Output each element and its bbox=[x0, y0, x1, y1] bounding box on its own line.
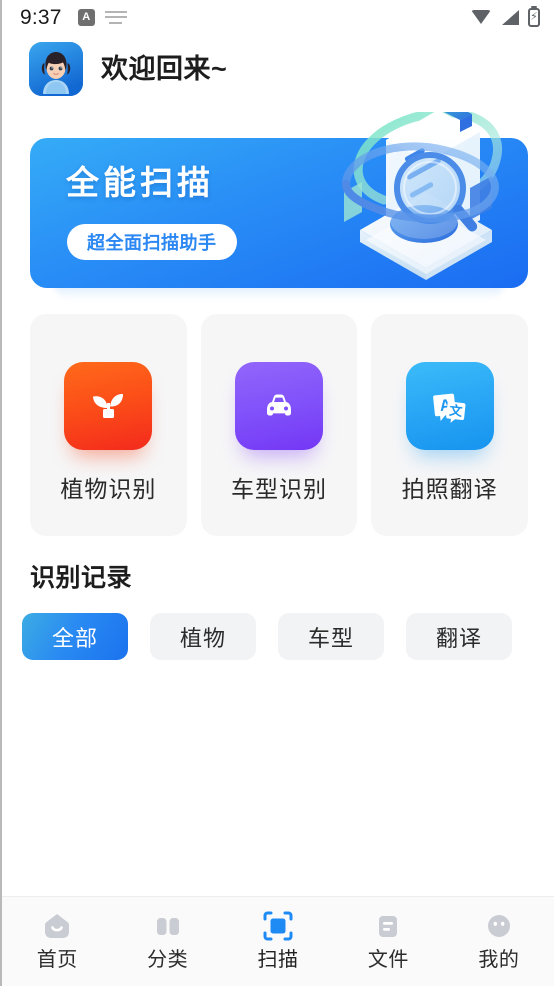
nav-item-category[interactable]: 分类 bbox=[112, 910, 222, 970]
wifi-icon bbox=[471, 9, 492, 25]
home-icon bbox=[41, 910, 73, 942]
feature-card-car[interactable]: 车型识别 bbox=[200, 314, 358, 536]
nav-item-scan[interactable]: 扫描 bbox=[223, 910, 333, 970]
sprout-icon bbox=[64, 362, 153, 450]
file-icon bbox=[372, 910, 404, 942]
feature-label: 植物识别 bbox=[60, 476, 157, 502]
profile-icon bbox=[483, 910, 515, 942]
signal-icon bbox=[501, 9, 519, 25]
filter-chip-translate[interactable]: 翻译 bbox=[406, 613, 512, 660]
status-time: 9:37 bbox=[20, 5, 62, 29]
nav-label: 分类 bbox=[147, 948, 189, 971]
feature-label: 车型识别 bbox=[231, 476, 327, 502]
promo-banner[interactable]: 全能扫描 超全面扫描助手 bbox=[30, 138, 528, 288]
status-right-icons: ⚡ bbox=[471, 7, 540, 27]
banner-cta-button[interactable]: 超全面扫描助手 bbox=[67, 224, 237, 260]
nav-item-files[interactable]: 文件 bbox=[333, 910, 443, 970]
filter-chip-car[interactable]: 车型 bbox=[278, 613, 384, 660]
feature-card-row: 植物识别 车型识别 A 文 拍照翻译 bbox=[30, 314, 529, 536]
welcome-title: 欢迎回来~ bbox=[101, 53, 228, 84]
category-book-icon bbox=[152, 910, 184, 942]
nav-label: 文件 bbox=[367, 948, 409, 971]
filter-chip-all[interactable]: 全部 bbox=[22, 613, 128, 660]
phone-screen: 9:37 A ⚡ 欢迎回来~ 全能扫描 超全面扫描助手 植物识别 车型识别 A … bbox=[0, 0, 554, 986]
keyboard-icon bbox=[104, 10, 127, 24]
promo-banner-wrap: 全能扫描 超全面扫描助手 bbox=[30, 112, 528, 300]
bottom-nav-bar: 首页 分类 扫描 文件 我的 bbox=[2, 896, 554, 986]
feature-card-plant[interactable]: 植物识别 bbox=[30, 314, 187, 536]
records-empty-area bbox=[2, 660, 554, 896]
nav-label: 首页 bbox=[36, 948, 78, 971]
nav-label: 我的 bbox=[478, 948, 520, 971]
battery-charging-icon: ⚡ bbox=[528, 7, 540, 27]
status-left-icons: A bbox=[77, 8, 127, 26]
avatar[interactable] bbox=[29, 42, 83, 96]
nav-label: 扫描 bbox=[257, 948, 299, 971]
feature-label: 拍照翻译 bbox=[401, 476, 498, 502]
filter-chip-plant[interactable]: 植物 bbox=[150, 613, 256, 660]
records-filter-row[interactable]: 全部 植物 车型 翻译 bbox=[22, 613, 554, 660]
translate-icon: A 文 bbox=[405, 362, 494, 450]
scan-frame-icon bbox=[262, 910, 294, 942]
car-icon bbox=[235, 362, 323, 450]
nav-item-profile[interactable]: 我的 bbox=[444, 910, 554, 970]
records-section-title: 识别记录 bbox=[30, 564, 133, 592]
notification-badge-a-icon: A bbox=[77, 8, 95, 26]
banner-title: 全能扫描 bbox=[66, 164, 214, 201]
main-scroll-area: 全能扫描 超全面扫描助手 植物识别 车型识别 A 文 拍照翻译 识别记录 全部 … bbox=[2, 112, 554, 896]
nav-item-home[interactable]: 首页 bbox=[2, 910, 112, 970]
app-header: 欢迎回来~ bbox=[2, 34, 554, 112]
status-bar: 9:37 A ⚡ bbox=[2, 0, 554, 34]
svg-text:文: 文 bbox=[448, 403, 463, 419]
feature-card-translate[interactable]: A 文 拍照翻译 bbox=[371, 314, 529, 536]
